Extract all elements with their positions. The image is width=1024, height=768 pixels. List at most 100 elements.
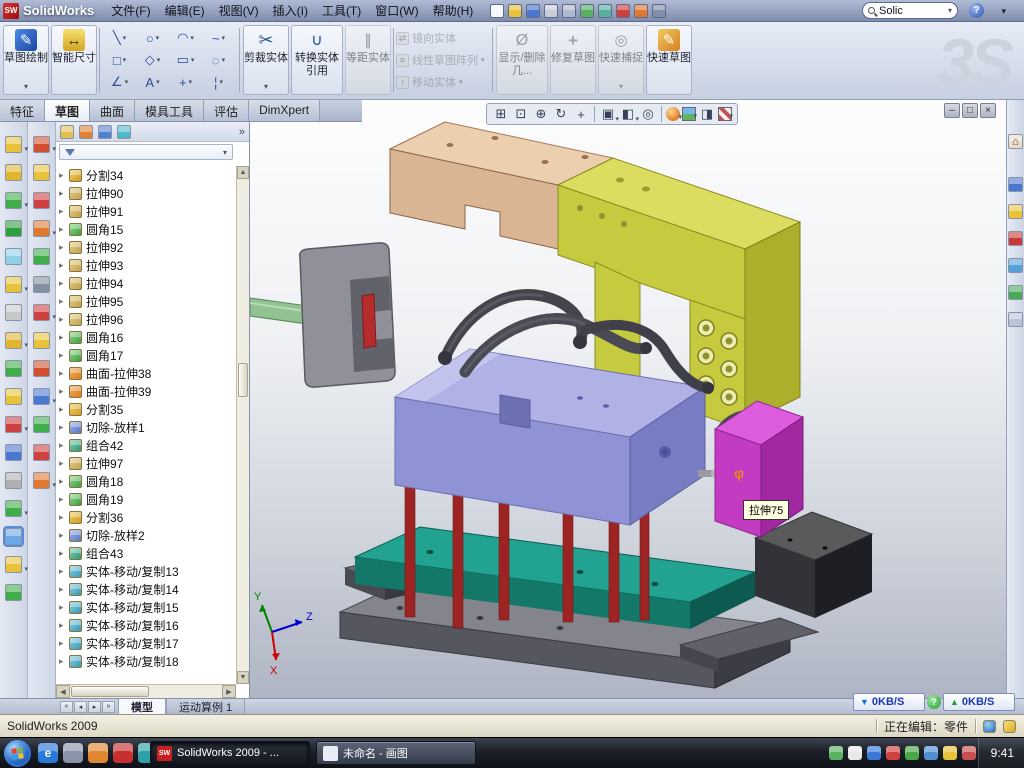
expand-arrow-icon[interactable]: ▸	[59, 188, 69, 199]
snap-tool-icon[interactable]	[5, 556, 22, 573]
document-recovery-icon[interactable]	[1008, 312, 1023, 327]
internet-icon[interactable]	[1008, 285, 1023, 300]
display-style-icon[interactable]	[619, 105, 637, 123]
yellow-tool-icon[interactable]	[33, 332, 50, 349]
taskbar-window-button[interactable]: SW SolidWorks 2009 - ...	[150, 741, 310, 765]
scroll-right-icon[interactable]: ▶	[222, 685, 236, 698]
tray-network-icon[interactable]	[829, 746, 843, 760]
text-icon[interactable]: A▾	[136, 71, 169, 93]
menu-item[interactable]: 视图(V)	[212, 0, 266, 22]
repair-sketch-button[interactable]: 修复草图	[550, 25, 596, 95]
expand-arrow-icon[interactable]: ▸	[59, 296, 69, 307]
rapid-sketch-button[interactable]: 快速草图	[646, 25, 692, 95]
start-button[interactable]	[4, 740, 31, 767]
menu-item[interactable]: 帮助(H)	[426, 0, 481, 22]
sketch-grid-icon[interactable]	[5, 136, 22, 153]
redo-icon[interactable]	[598, 4, 612, 18]
tray-update-icon[interactable]	[848, 746, 862, 760]
scene-icon[interactable]	[682, 107, 696, 121]
expand-arrow-icon[interactable]: ▸	[59, 548, 69, 559]
close-button[interactable]: ×	[980, 103, 996, 118]
tree-item[interactable]: ▸ 曲面-拉伸39	[56, 382, 236, 400]
appearance-icon[interactable]	[666, 107, 680, 121]
open-icon[interactable]	[508, 4, 522, 18]
tray-shield-icon[interactable]	[905, 746, 919, 760]
commandmanager-tab[interactable]: 曲面	[90, 100, 135, 121]
print-preview-icon[interactable]	[562, 4, 576, 18]
undo-sketch-icon[interactable]	[33, 136, 50, 153]
toolbar-overflow-icon[interactable]: ▾	[1001, 6, 1006, 17]
search-box[interactable]: Solic ▾	[862, 2, 958, 19]
expand-arrow-icon[interactable]: ▸	[59, 656, 69, 667]
ellipse-icon[interactable]: ◌▾	[202, 49, 235, 71]
expand-arrow-icon[interactable]: ▸	[59, 278, 69, 289]
3d-model-canvas[interactable]: φ Y Z X	[250, 100, 1006, 698]
first-tab-button[interactable]: «	[60, 701, 73, 713]
view-orientation-icon[interactable]	[599, 105, 617, 123]
menu-item[interactable]: 插入(I)	[266, 0, 315, 22]
tray-display-icon[interactable]	[924, 746, 938, 760]
tree-item[interactable]: ▸ 实体-移动/复制16	[56, 616, 236, 634]
zoom-inout-icon[interactable]	[532, 105, 550, 123]
commandmanager-tab[interactable]: DimXpert	[249, 100, 320, 121]
file-explorer-icon[interactable]	[1008, 204, 1023, 219]
tree-item[interactable]: ▸ 切除-放样1	[56, 418, 236, 436]
expand-arrow-icon[interactable]: ▸	[59, 458, 69, 469]
scroll-up-icon[interactable]: ▲	[237, 166, 249, 179]
tree-item[interactable]: ▸ 实体-移动/复制18	[56, 652, 236, 670]
tree-item[interactable]: ▸ 分割35	[56, 400, 236, 418]
section-icon[interactable]	[698, 105, 716, 123]
tree-horizontal-scrollbar[interactable]: ◀ ▶	[56, 684, 236, 698]
green-check-icon[interactable]	[33, 248, 50, 265]
property-manager-tab-icon[interactable]	[79, 125, 93, 139]
scroll-left-icon[interactable]: ◀	[56, 685, 70, 698]
tree-vertical-scrollbar[interactable]: ▲ ▼	[236, 166, 249, 684]
rebuild-icon[interactable]	[616, 4, 630, 18]
tree-item[interactable]: ▸ 拉伸96	[56, 310, 236, 328]
expand-arrow-icon[interactable]: ▸	[59, 512, 69, 523]
point-icon[interactable]: +▾	[169, 71, 202, 93]
expand-arrow-icon[interactable]: ▸	[59, 242, 69, 253]
blue-tool-icon[interactable]	[33, 388, 50, 405]
taskbar-window-button[interactable]: 未命名 - 画图	[316, 741, 476, 765]
taskbar-clock[interactable]: 9:41	[978, 738, 1024, 768]
expand-arrow-icon[interactable]: ▸	[59, 530, 69, 541]
prev-tab-button[interactable]: ◂	[74, 701, 87, 713]
tree-item[interactable]: ▸ 实体-移动/复制15	[56, 598, 236, 616]
fillet-tool-icon[interactable]	[5, 332, 22, 349]
curves-tool-icon[interactable]	[5, 472, 22, 489]
expand-arrow-icon[interactable]: ▸	[59, 440, 69, 451]
tree-item[interactable]: ▸ 拉伸91	[56, 202, 236, 220]
commandmanager-tab[interactable]: 草图	[45, 100, 90, 121]
green-tool-icon[interactable]	[33, 416, 50, 433]
next-tab-button[interactable]: ▸	[88, 701, 101, 713]
rotate-view-icon[interactable]	[552, 105, 570, 123]
show-desktop-icon[interactable]	[63, 743, 83, 763]
hide-show-icon[interactable]	[639, 105, 657, 123]
print-icon[interactable]	[544, 4, 558, 18]
tree-item[interactable]: ▸ 拉伸90	[56, 184, 236, 202]
scrollbar-thumb[interactable]	[238, 363, 248, 397]
commandmanager-tab[interactable]: 模具工具	[135, 100, 204, 121]
tree-item[interactable]: ▸ 圆角18	[56, 472, 236, 490]
tree-item[interactable]: ▸ 组合43	[56, 544, 236, 562]
menu-item[interactable]: 工具(T)	[315, 0, 368, 22]
reference-geometry-icon[interactable]	[5, 444, 22, 461]
smart-dimension-tool-icon[interactable]	[33, 164, 50, 181]
expand-arrow-icon[interactable]: ▸	[59, 206, 69, 217]
instant3d-icon[interactable]	[5, 528, 22, 545]
tree-item[interactable]: ▸ 圆角15	[56, 220, 236, 238]
revolve-boss-icon[interactable]	[5, 220, 22, 237]
text-tool-icon[interactable]	[33, 276, 50, 293]
spline-j-icon[interactable]	[5, 584, 22, 601]
menu-item[interactable]: 编辑(E)	[158, 0, 212, 22]
quick-snaps-button[interactable]: 快速捕捉 ▾	[598, 25, 644, 95]
draft-tool-icon[interactable]	[5, 388, 22, 405]
tray-im-icon[interactable]	[867, 746, 881, 760]
rectangle-icon[interactable]: □▾	[103, 49, 136, 71]
tray-volume-icon[interactable]	[943, 746, 957, 760]
exit-sketch-icon[interactable]	[33, 192, 50, 209]
expand-arrow-icon[interactable]: ▸	[59, 584, 69, 595]
scrollbar-thumb[interactable]	[71, 686, 149, 697]
expand-arrow-icon[interactable]: ▸	[59, 260, 69, 271]
